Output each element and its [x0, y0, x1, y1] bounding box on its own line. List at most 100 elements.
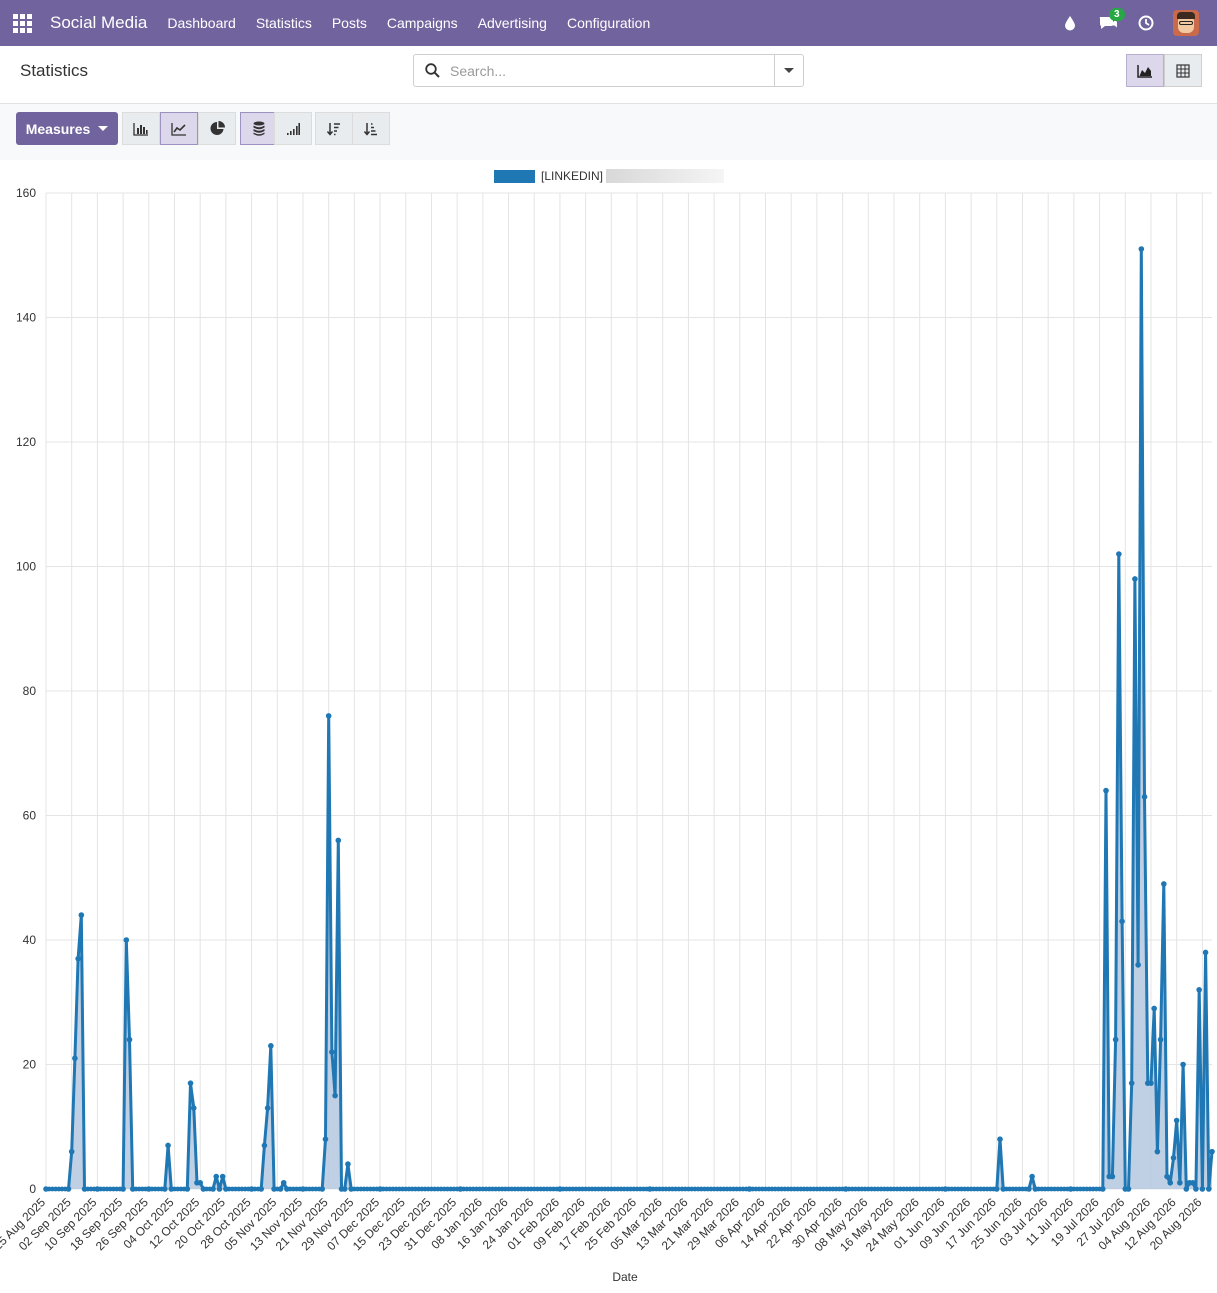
x-axis-title: Date — [612, 1270, 638, 1284]
chevron-down-icon — [784, 68, 794, 73]
menu-campaigns[interactable]: Campaigns — [377, 0, 468, 46]
data-point — [647, 1186, 653, 1192]
data-point — [145, 1186, 152, 1192]
data-point — [1141, 794, 1148, 800]
data-point — [942, 1186, 949, 1192]
measures-dropdown[interactable]: Measures — [16, 112, 118, 145]
stacked-icon[interactable] — [240, 112, 278, 145]
pie-chart-icon[interactable] — [198, 112, 236, 145]
y-tick-label: 140 — [16, 311, 36, 325]
data-point — [377, 1186, 383, 1192]
data-point — [1189, 1179, 1196, 1186]
y-tick-label: 20 — [23, 1058, 37, 1072]
data-point — [223, 1186, 229, 1192]
data-point — [1148, 1080, 1154, 1086]
data-point — [187, 1080, 194, 1086]
bar-chart-icon[interactable] — [122, 112, 160, 145]
clock-icon[interactable] — [1127, 0, 1165, 46]
data-point — [129, 1186, 136, 1192]
menu-configuration[interactable]: Configuration — [557, 0, 660, 46]
data-point — [1125, 1186, 1132, 1192]
data-point — [75, 955, 81, 962]
measures-label: Measures — [25, 120, 91, 137]
sort-descending-icon[interactable] — [315, 112, 353, 145]
app-brand[interactable]: Social Media — [44, 13, 157, 33]
data-point — [200, 1186, 207, 1192]
data-point — [1199, 1186, 1206, 1192]
data-point — [1103, 787, 1109, 794]
data-point — [325, 713, 332, 719]
data-point — [335, 837, 342, 844]
data-point — [993, 1186, 1000, 1192]
data-point — [216, 1186, 223, 1192]
data-point — [1026, 1186, 1032, 1192]
chat-icon[interactable]: 3 — [1089, 0, 1127, 46]
line-chart-icon[interactable] — [160, 112, 198, 145]
data-point — [43, 1186, 49, 1192]
cumulative-icon[interactable] — [274, 112, 312, 145]
data-point — [120, 1186, 126, 1192]
data-point — [168, 1186, 175, 1192]
data-point — [1205, 1186, 1212, 1192]
data-point — [319, 1186, 326, 1192]
data-point — [1029, 1173, 1035, 1180]
data-point — [1196, 987, 1202, 993]
data-point — [1099, 1186, 1106, 1192]
search-input[interactable] — [450, 55, 774, 86]
data-point — [1128, 1080, 1135, 1086]
data-point — [1183, 1186, 1190, 1192]
drop-icon[interactable] — [1051, 0, 1089, 46]
data-point — [457, 1186, 464, 1192]
data-point — [123, 937, 130, 943]
data-point — [1067, 1186, 1074, 1192]
data-point — [341, 1186, 348, 1192]
data-point — [126, 1036, 133, 1043]
chart-legend[interactable]: [LINKEDIN] — [494, 169, 725, 183]
sort-ascending-icon[interactable] — [352, 112, 390, 145]
data-point — [68, 1148, 75, 1155]
data-point — [348, 1186, 354, 1192]
data-point — [280, 1179, 287, 1186]
data-point — [1151, 1005, 1157, 1012]
chevron-down-icon — [98, 126, 109, 131]
data-point — [997, 1136, 1003, 1142]
data-point — [1112, 1036, 1119, 1043]
data-point — [219, 1173, 226, 1180]
search-box — [413, 54, 804, 87]
menu-dashboard[interactable]: Dashboard — [157, 0, 246, 46]
data-point — [1170, 1155, 1177, 1161]
data-point — [258, 1186, 265, 1192]
y-tick-label: 60 — [23, 809, 37, 823]
data-point — [1164, 1173, 1170, 1180]
data-point — [162, 1186, 168, 1192]
area-chart-icon[interactable] — [1126, 54, 1164, 87]
user-avatar[interactable] — [1173, 10, 1199, 36]
y-tick-label: 80 — [23, 684, 37, 698]
y-tick-label: 160 — [16, 186, 36, 200]
apps-grid-icon[interactable] — [0, 0, 44, 46]
menu-advertising[interactable]: Advertising — [468, 0, 557, 46]
menu-posts[interactable]: Posts — [322, 0, 377, 46]
search-options-toggle[interactable] — [774, 55, 803, 86]
data-point — [1138, 246, 1145, 252]
data-point — [268, 1043, 274, 1049]
top-navbar: Social Media Dashboard Statistics Posts … — [0, 0, 1217, 46]
data-point — [332, 1092, 338, 1099]
search-icon — [414, 55, 450, 86]
data-point — [1161, 881, 1167, 887]
data-point — [81, 1186, 88, 1192]
data-point — [1180, 1061, 1186, 1068]
data-point — [94, 1186, 101, 1192]
data-point — [746, 1186, 753, 1192]
menu-statistics[interactable]: Statistics — [246, 0, 322, 46]
y-tick-label: 100 — [16, 560, 36, 574]
data-point — [1032, 1186, 1039, 1192]
legend-label: [LINKEDIN] — [541, 169, 604, 183]
data-point — [1116, 551, 1122, 557]
legend-redacted — [606, 169, 725, 183]
data-point — [197, 1179, 203, 1186]
legend-swatch — [494, 169, 535, 183]
y-tick-label: 120 — [16, 435, 36, 449]
table-icon[interactable] — [1164, 54, 1202, 87]
series-line — [46, 247, 1214, 1191]
